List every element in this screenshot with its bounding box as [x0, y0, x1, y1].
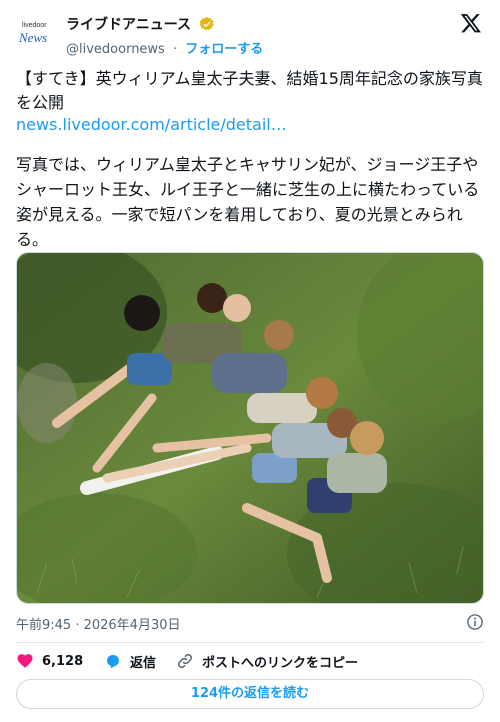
read-replies-button[interactable]: 124件の返信を読む	[16, 679, 484, 709]
like-count: 6,128	[42, 653, 84, 669]
avatar-brand-news: News	[19, 30, 48, 45]
heart-icon	[17, 654, 33, 668]
reply-label: 返信	[130, 655, 157, 671]
post-timestamp[interactable]: 午前9:45 · 2026年4月30日	[16, 614, 181, 633]
post-actions: 6,128 返信 ポストへのリンクをコピー	[16, 650, 484, 674]
divider	[16, 642, 484, 643]
separator-dot: ·	[172, 41, 178, 57]
post-header: livedoor News ライブドアニュース @livedoornews · …	[16, 10, 484, 57]
post-body: 写真では、ウィリアム皇太子とキャサリン妃が、ジョージ王子やシャーロット王女、ルイ…	[16, 155, 480, 249]
like-button[interactable]: 6,128	[16, 650, 83, 672]
post-title: 【すてき】英ウィリアム皇太子夫妻、結婚15周年記念の家族写真を公開	[16, 69, 483, 112]
article-link[interactable]: news.livedoor.com/article/detail…	[16, 113, 287, 137]
reply-button[interactable]: 返信	[104, 650, 156, 672]
verified-badge-icon	[199, 16, 214, 31]
follow-button[interactable]: フォローする	[185, 42, 263, 57]
link-icon	[177, 653, 193, 669]
family-photo-image	[17, 253, 483, 603]
info-icon[interactable]	[466, 613, 484, 631]
avatar[interactable]: livedoor News	[16, 12, 58, 54]
post-photo[interactable]	[16, 252, 484, 604]
reply-icon	[107, 655, 119, 669]
copy-link-button[interactable]: ポストへのリンクをコピー	[176, 650, 358, 672]
x-logo-icon[interactable]	[460, 12, 482, 34]
avatar-brand-small: livedoor	[22, 22, 47, 29]
author-info: ライブドアニュース @livedoornews · フォローする	[66, 13, 263, 57]
account-handle[interactable]: @livedoornews	[66, 42, 165, 57]
display-name[interactable]: ライブドアニュース	[66, 14, 191, 34]
copy-link-label: ポストへのリンクをコピー	[202, 655, 359, 671]
